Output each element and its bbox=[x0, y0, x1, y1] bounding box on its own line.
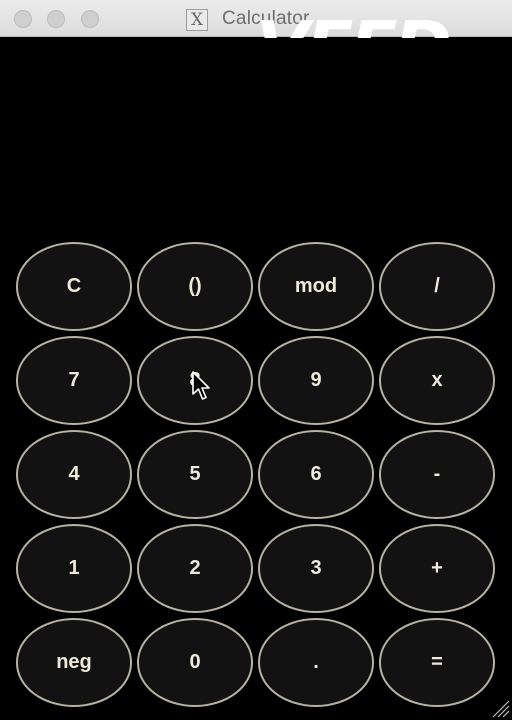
parentheses-button[interactable]: () bbox=[137, 242, 253, 331]
negate-button[interactable]: neg bbox=[16, 618, 132, 707]
digit-6-button[interactable]: 6 bbox=[258, 430, 374, 519]
digit-7-button[interactable]: 7 bbox=[16, 336, 132, 425]
digit-9-button[interactable]: 9 bbox=[258, 336, 374, 425]
calculator-window: X Calculator VEED C () mod / 7 8 9 x 4 5… bbox=[0, 0, 512, 720]
digit-2-button[interactable]: 2 bbox=[137, 524, 253, 613]
clear-button[interactable]: C bbox=[16, 242, 132, 331]
calculator-display bbox=[0, 38, 512, 238]
decimal-point-button[interactable]: . bbox=[258, 618, 374, 707]
x11-app-icon: X bbox=[186, 9, 208, 31]
digit-5-button[interactable]: 5 bbox=[137, 430, 253, 519]
add-button[interactable]: + bbox=[379, 524, 495, 613]
resize-grip-icon[interactable] bbox=[488, 696, 510, 718]
minimize-button-icon[interactable] bbox=[47, 10, 65, 28]
digit-4-button[interactable]: 4 bbox=[16, 430, 132, 519]
divide-button[interactable]: / bbox=[379, 242, 495, 331]
digit-1-button[interactable]: 1 bbox=[16, 524, 132, 613]
close-button-icon[interactable] bbox=[14, 10, 32, 28]
digit-3-button[interactable]: 3 bbox=[258, 524, 374, 613]
digit-0-button[interactable]: 0 bbox=[137, 618, 253, 707]
equals-button[interactable]: = bbox=[379, 618, 495, 707]
keypad: C () mod / 7 8 9 x 4 5 6 - 1 2 3 + neg 0… bbox=[16, 242, 496, 707]
mouse-pointer-icon bbox=[192, 371, 210, 400]
subtract-button[interactable]: - bbox=[379, 430, 495, 519]
zoom-button-icon[interactable] bbox=[81, 10, 99, 28]
multiply-button[interactable]: x bbox=[379, 336, 495, 425]
mod-button[interactable]: mod bbox=[258, 242, 374, 331]
